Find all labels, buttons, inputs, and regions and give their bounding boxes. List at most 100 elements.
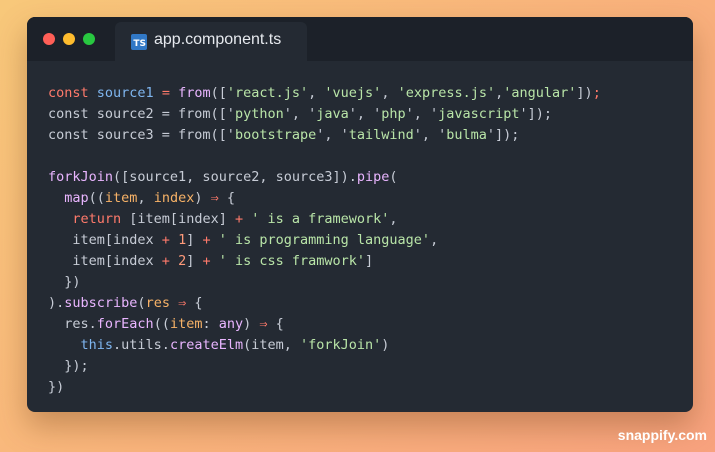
code-token: , xyxy=(308,85,325,101)
code-token: ( xyxy=(389,169,398,185)
code-token: ']); xyxy=(486,127,520,143)
code-token: ', ' xyxy=(316,127,349,143)
code-token: subscribe xyxy=(64,295,138,311)
code-token: any xyxy=(218,316,244,332)
code-token: }) xyxy=(48,379,65,395)
code-token: ', ' xyxy=(405,106,439,122)
code-token: + xyxy=(161,253,179,269)
code-token: ] xyxy=(365,253,374,269)
code-token: javascript xyxy=(438,106,520,122)
code-token: ). xyxy=(48,295,65,311)
code-token: tailwind xyxy=(348,127,414,143)
code-token: 'react.js' xyxy=(226,85,309,101)
code-token: item[index xyxy=(48,253,162,269)
code-line: item[index + 2] + ' is css framwork'] xyxy=(48,251,601,272)
code-token: : xyxy=(202,316,219,332)
code-token: }); xyxy=(48,358,89,374)
watermark: snappify.com xyxy=(617,427,707,443)
code-line: this.utils.createElm(item, 'forkJoin') xyxy=(48,335,601,356)
code-line: item[index + 1] + ' is programming langu… xyxy=(48,230,601,251)
code-line: res.forEach((item: any) ⇒ { xyxy=(48,314,601,335)
code-token: ([ xyxy=(210,85,227,101)
code-token: return xyxy=(72,211,130,227)
code-token: ', ' xyxy=(283,106,317,122)
code-token: ([source1, source2, source3]). xyxy=(113,169,357,185)
code-token: ' is a framework' xyxy=(251,211,390,227)
code-token: 1 xyxy=(178,232,187,248)
code-token: index xyxy=(153,190,195,206)
file-tab[interactable]: TS app.component.ts xyxy=(115,22,307,61)
code-token: = xyxy=(161,85,179,101)
code-token: ', ' xyxy=(348,106,382,122)
code-token: + xyxy=(202,232,219,248)
code-line: return [item[index] + ' is a framework', xyxy=(48,209,601,230)
code-token: forEach xyxy=(96,316,154,332)
code-token: item xyxy=(169,316,203,332)
code-line: }); xyxy=(48,356,601,377)
code-token: + xyxy=(161,232,179,248)
code-token: const xyxy=(48,85,97,101)
code-token: ⇒ xyxy=(210,190,227,206)
code-token: source1 xyxy=(96,85,162,101)
code-token: map xyxy=(64,190,89,206)
code-token: item xyxy=(104,190,138,206)
code-token: ] xyxy=(186,232,203,248)
file-tab-label: app.component.ts xyxy=(154,31,282,48)
code-token: ' is css framwork' xyxy=(218,253,366,269)
code-token: 'forkJoin' xyxy=(300,337,382,353)
code-token: { xyxy=(194,295,203,311)
code-token: php xyxy=(381,106,406,122)
code-token: , xyxy=(389,211,398,227)
code-token: ⇒ xyxy=(178,295,195,311)
minimize-window-button[interactable] xyxy=(63,33,75,45)
code-line: forkJoin([source1, source2, source3]).pi… xyxy=(48,167,601,188)
close-window-button[interactable] xyxy=(43,33,55,45)
code-token: 'express.js' xyxy=(397,85,496,101)
typescript-file-icon: TS xyxy=(131,34,147,50)
code-window: TS app.component.ts const source1 = from… xyxy=(27,17,693,412)
code-token: ', ' xyxy=(413,127,447,143)
code-line: }) xyxy=(48,272,601,293)
window-titlebar: TS app.component.ts xyxy=(27,17,693,61)
code-token: (( xyxy=(153,316,170,332)
code-token: + xyxy=(202,253,219,269)
code-token: ']); xyxy=(519,106,552,122)
code-token: item[index xyxy=(48,232,162,248)
code-token: (( xyxy=(88,190,105,206)
code-token: ) xyxy=(381,337,390,353)
maximize-window-button[interactable] xyxy=(83,33,95,45)
code-token: (item, xyxy=(243,337,300,353)
code-token: res. xyxy=(48,316,97,332)
code-token: bulma xyxy=(446,127,487,143)
code-token: .utils. xyxy=(113,337,170,353)
code-token: this xyxy=(80,337,114,353)
code-line: const source3 = from(['bootstrape', 'tai… xyxy=(48,125,601,146)
code-token: 'vuejs' xyxy=(324,85,382,101)
code-token: [item[index] xyxy=(129,211,235,227)
code-token: ( xyxy=(137,295,146,311)
code-token: , xyxy=(430,232,439,248)
code-token: ' is programming language' xyxy=(218,232,431,248)
code-token: forkJoin xyxy=(48,169,114,185)
code-token: { xyxy=(275,316,284,332)
code-token: , xyxy=(137,190,154,206)
code-line: const source1 = from(['react.js', 'vuejs… xyxy=(48,83,601,104)
code-token: res xyxy=(145,295,179,311)
code-token: 'angular' xyxy=(503,85,577,101)
code-token: ; xyxy=(592,85,601,101)
code-line: ).subscribe(res ⇒ { xyxy=(48,293,601,314)
code-token: 2 xyxy=(178,253,187,269)
code-block: const source1 = from(['react.js', 'vuejs… xyxy=(48,83,601,398)
code-token: const source2 = from([' xyxy=(48,106,235,122)
code-token: createElm xyxy=(169,337,244,353)
code-token: ]) xyxy=(576,85,593,101)
code-token: pipe xyxy=(356,169,390,185)
code-line: }) xyxy=(48,377,601,398)
code-token: from xyxy=(178,85,211,101)
code-line: map((item, index) ⇒ { xyxy=(48,188,601,209)
code-token: python xyxy=(234,106,284,122)
